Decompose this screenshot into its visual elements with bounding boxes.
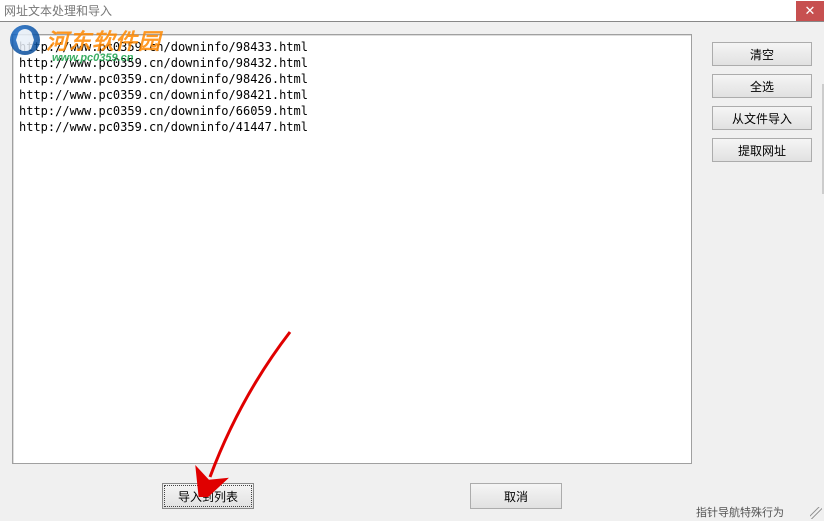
- cancel-button[interactable]: 取消: [470, 483, 562, 509]
- import-to-list-label: 导入到列表: [178, 488, 238, 505]
- select-all-button[interactable]: 全选: [712, 74, 812, 98]
- resize-grip-icon[interactable]: [810, 507, 822, 519]
- close-button[interactable]: ✕: [796, 1, 824, 21]
- side-button-group: 清空 全选 从文件导入 提取网址: [712, 42, 812, 162]
- status-text: 指针导航特殊行为: [696, 504, 784, 520]
- dialog-body: http://www.pc0359.cn/downinfo/98433.html…: [0, 22, 824, 521]
- import-to-list-button[interactable]: 导入到列表: [162, 483, 254, 509]
- import-file-label: 从文件导入: [732, 110, 792, 127]
- import-from-file-button[interactable]: 从文件导入: [712, 106, 812, 130]
- url-textarea[interactable]: http://www.pc0359.cn/downinfo/98433.html…: [12, 34, 692, 464]
- title-bar: 网址文本处理和导入 ✕: [0, 0, 824, 22]
- window-title: 网址文本处理和导入: [4, 2, 112, 19]
- select-all-label: 全选: [750, 78, 774, 95]
- extract-urls-button[interactable]: 提取网址: [712, 138, 812, 162]
- extract-urls-label: 提取网址: [738, 142, 786, 159]
- cancel-label: 取消: [504, 488, 528, 505]
- clear-label: 清空: [750, 46, 774, 63]
- clear-button[interactable]: 清空: [712, 42, 812, 66]
- close-icon: ✕: [805, 3, 816, 19]
